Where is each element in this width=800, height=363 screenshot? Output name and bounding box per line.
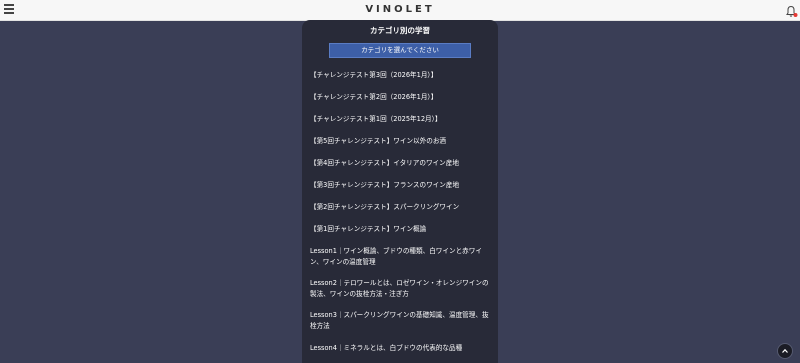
- category-item[interactable]: Lesson4｜ミネラルとは、白ブドウの代表的な品種: [310, 343, 492, 354]
- category-item[interactable]: 【第4回チャレンジテスト】イタリアのワイン産地: [310, 158, 492, 169]
- category-item[interactable]: Lesson1｜ワイン概論、ブドウの種類、白ワインと赤ワイン、ワインの温度管理: [310, 246, 492, 268]
- category-item[interactable]: 【第3回チャレンジテスト】フランスのワイン産地: [310, 180, 492, 191]
- category-item[interactable]: 【チャレンジテスト第3回（2026年1月）】: [310, 70, 492, 81]
- category-item[interactable]: 【第2回チャレンジテスト】スパークリングワイン: [310, 202, 492, 213]
- notification-bell-icon[interactable]: [786, 3, 798, 17]
- scroll-to-top-button[interactable]: [777, 343, 793, 359]
- category-item[interactable]: 【チャレンジテスト第1回（2025年12月）】: [310, 114, 492, 125]
- category-item[interactable]: 【チャレンジテスト第2回（2026年1月）】: [310, 92, 492, 103]
- category-item[interactable]: Lesson2｜テロワールとは、ロゼワイン・オレンジワインの製法、ワインの抜栓方…: [310, 278, 492, 300]
- category-item[interactable]: 【第5回チャレンジテスト】ワイン以外のお酒: [310, 136, 492, 147]
- category-select-button[interactable]: カテゴリを選んでください: [329, 43, 471, 58]
- app-title: VINOLET: [365, 4, 435, 15]
- category-item[interactable]: Lesson3｜スパークリングワインの基礎知識、温度管理、抜栓方法: [310, 310, 492, 332]
- category-learning-panel: カテゴリ別の学習 カテゴリを選んでください 【チャレンジテスト第3回（2026年…: [302, 20, 498, 363]
- top-bar: VINOLET: [0, 0, 800, 21]
- chevron-up-icon: [782, 348, 788, 353]
- category-item[interactable]: 【第1回チャレンジテスト】ワイン概論: [310, 224, 492, 235]
- panel-title: カテゴリ別の学習: [370, 26, 430, 35]
- notification-badge: [793, 13, 798, 17]
